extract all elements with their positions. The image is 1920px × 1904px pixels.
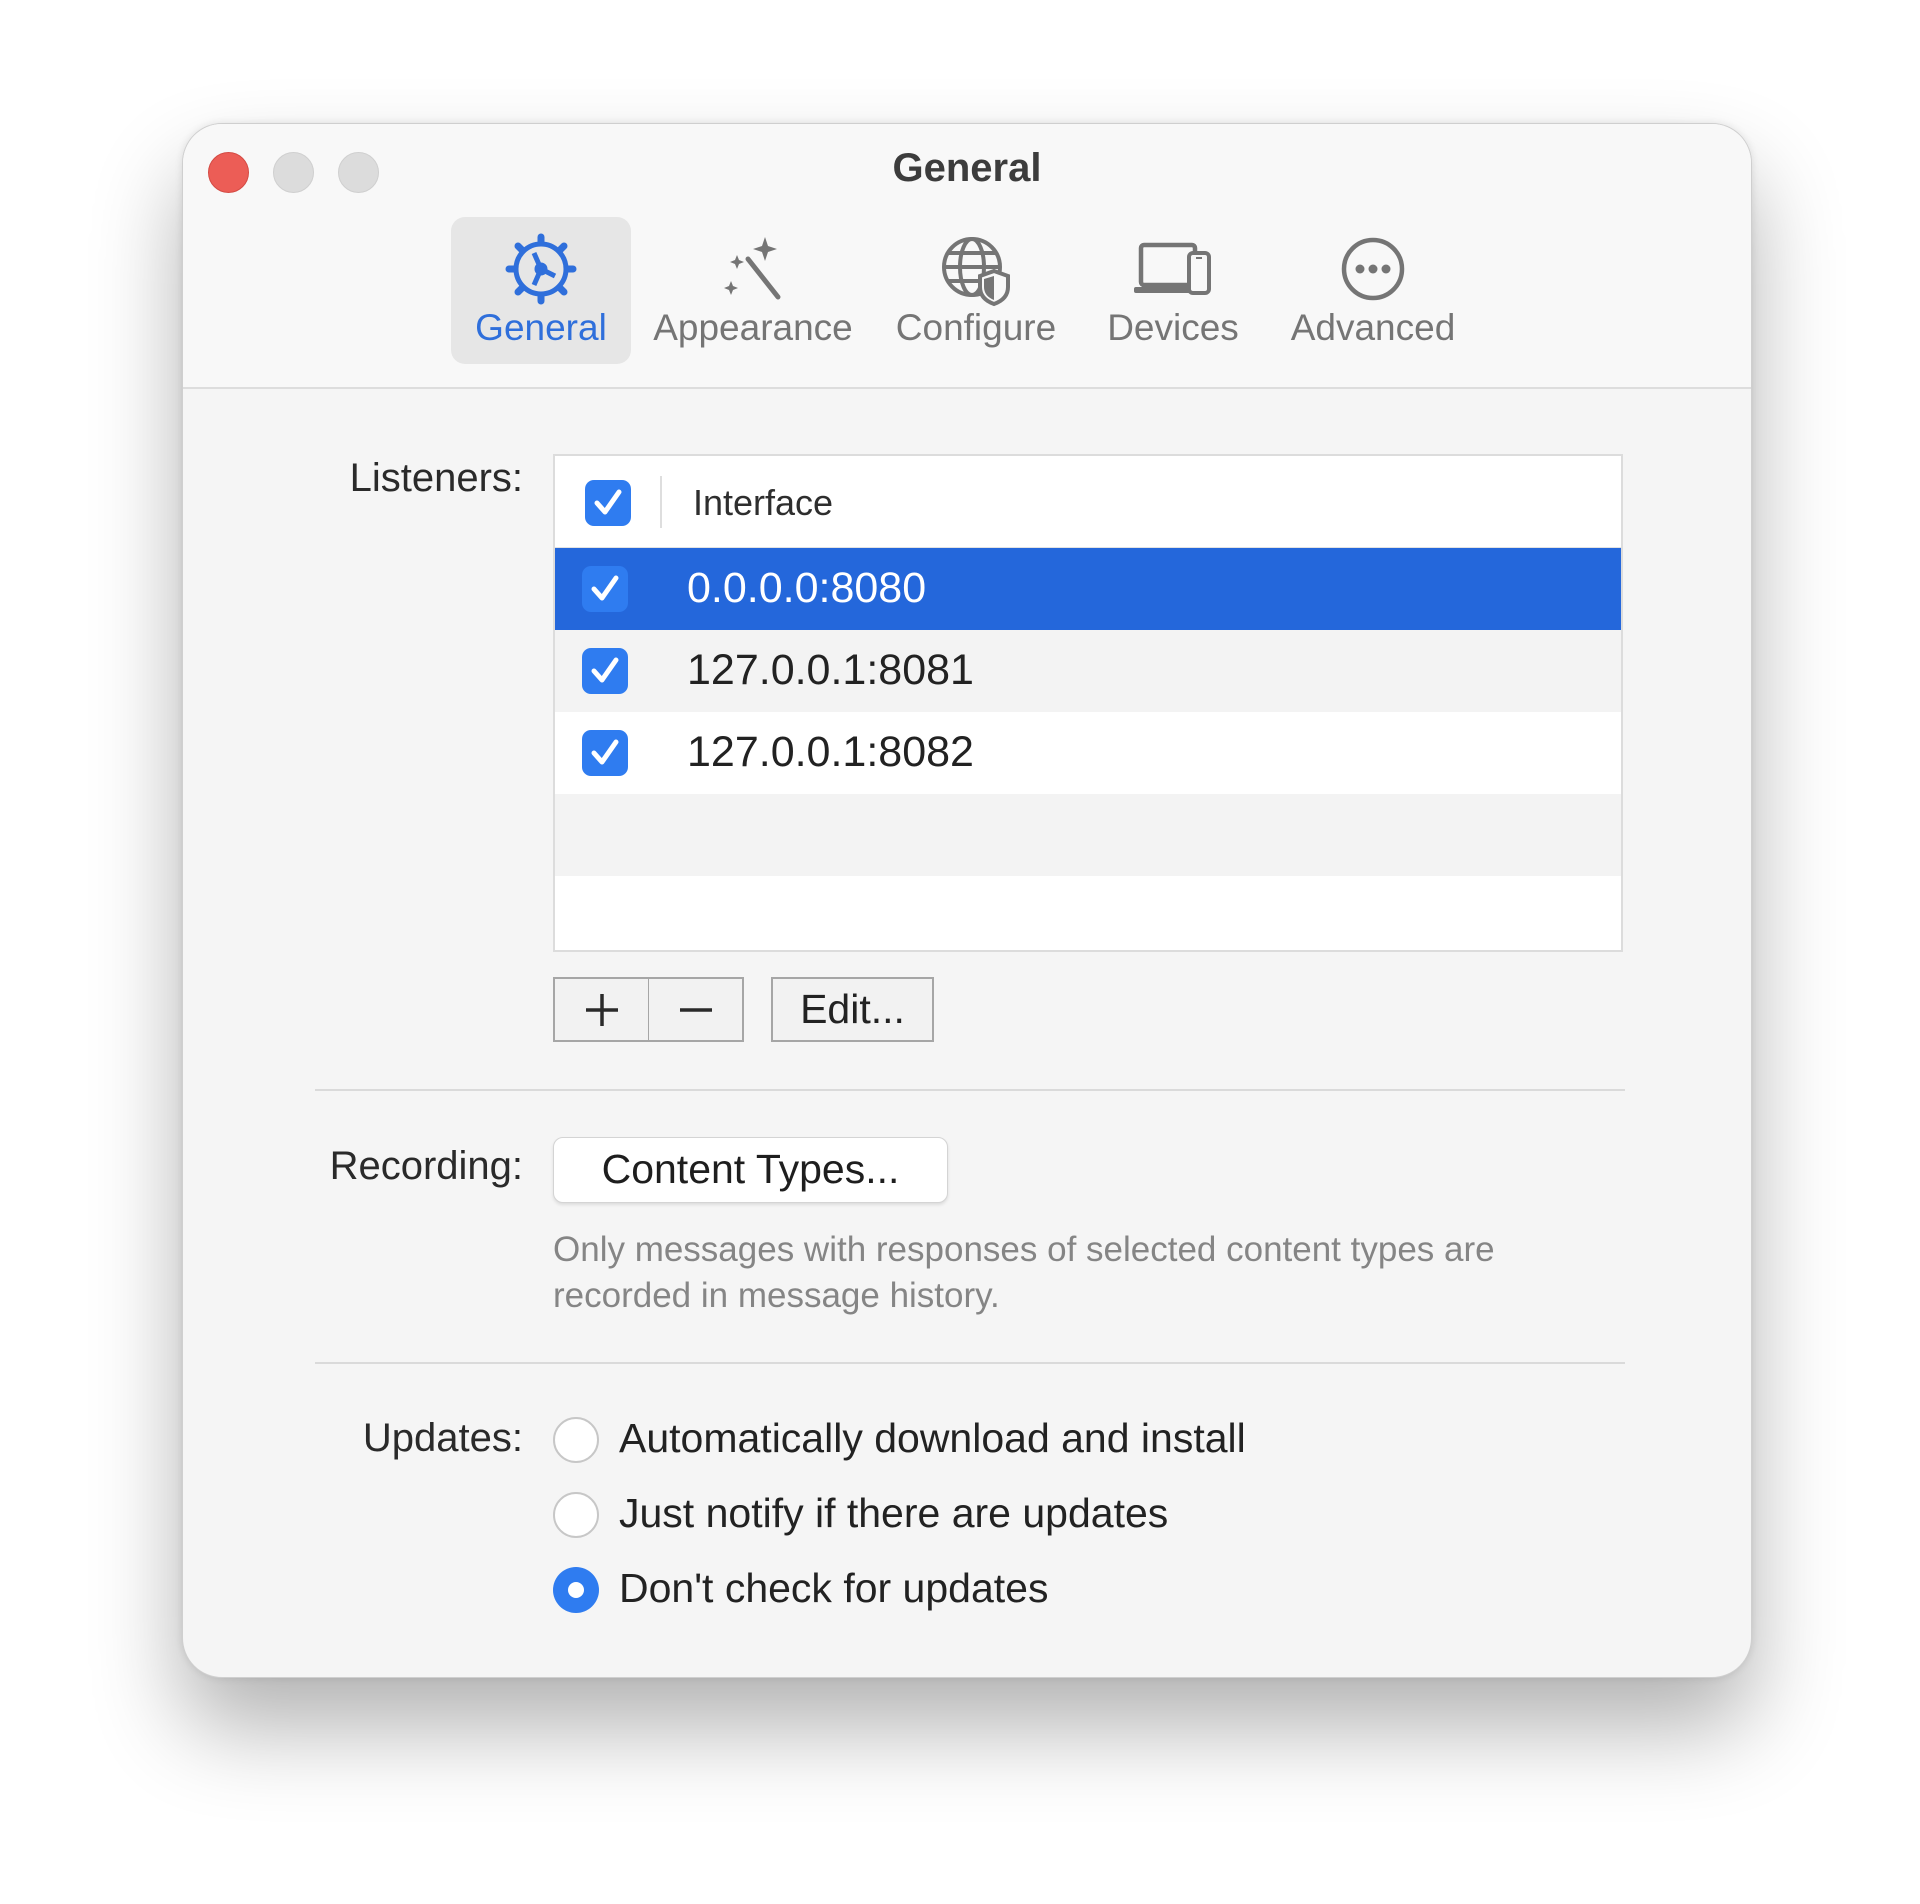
radio-label[interactable]: Just notify if there are updates	[619, 1490, 1168, 1537]
tab-devices[interactable]: Devices	[1088, 217, 1258, 364]
tab-general-label: General	[475, 307, 607, 348]
preferences-window: General General Appearance Configure Dev…	[182, 123, 1752, 1678]
divider	[315, 1089, 1625, 1091]
table-header: Interface	[555, 456, 1621, 548]
radio-button[interactable]	[553, 1417, 599, 1463]
divider	[315, 1362, 1625, 1364]
remove-listener-button[interactable]: —	[648, 977, 744, 1042]
tab-appearance[interactable]: Appearance	[643, 217, 863, 364]
tab-general[interactable]: General	[451, 217, 631, 364]
checkmark-icon	[591, 575, 619, 601]
window-title: General	[892, 146, 1042, 190]
radio-label[interactable]: Automatically download and install	[619, 1415, 1246, 1462]
gear-icon	[505, 233, 577, 305]
interface-cell: 127.0.0.1:8082	[687, 728, 974, 776]
edit-listener-button[interactable]: Edit...	[771, 977, 934, 1042]
column-header-interface[interactable]: Interface	[693, 482, 833, 524]
add-listener-button[interactable]: +	[553, 977, 649, 1042]
select-all-checkbox[interactable]	[585, 480, 631, 526]
content-types-button[interactable]: Content Types...	[553, 1137, 948, 1203]
recording-hint: Only messages with responses of selected…	[553, 1230, 1495, 1315]
table-row[interactable]: 127.0.0.1:8081	[555, 630, 1621, 712]
devices-icon	[1134, 242, 1211, 295]
magic-wand-icon	[724, 237, 781, 300]
checkmark-icon	[591, 739, 619, 765]
minus-icon	[680, 1008, 712, 1012]
radio-button[interactable]	[553, 1492, 599, 1538]
tab-advanced[interactable]: Advanced	[1278, 217, 1468, 364]
listeners-table: Interface 0.0.0.0:8080 127.0.0.1:8081 12…	[553, 454, 1623, 952]
row-checkbox[interactable]	[582, 730, 628, 776]
tab-appearance-label: Appearance	[653, 307, 853, 348]
checkmark-icon	[591, 657, 619, 683]
globe-shield-icon	[942, 237, 1010, 307]
listeners-label: Listeners:	[349, 456, 523, 500]
tab-advanced-label: Advanced	[1290, 307, 1456, 348]
interface-cell: 127.0.0.1:8081	[687, 646, 974, 694]
interface-cell: 0.0.0.0:8080	[687, 564, 927, 612]
plus-icon	[586, 994, 618, 1026]
ellipsis-circle-icon	[1341, 237, 1405, 301]
radio-label[interactable]: Don't check for updates	[619, 1565, 1048, 1612]
titlebar: General General Appearance Configure Dev…	[183, 124, 1751, 389]
tab-configure[interactable]: Configure	[881, 217, 1071, 364]
column-divider	[660, 476, 662, 528]
recording-label: Recording:	[329, 1144, 523, 1188]
row-checkbox[interactable]	[582, 648, 628, 694]
checkmark-icon	[594, 489, 622, 515]
tab-configure-label: Configure	[895, 307, 1057, 348]
table-row[interactable]: 0.0.0.0:8080	[555, 548, 1621, 630]
radio-button-selected[interactable]	[553, 1567, 599, 1613]
row-checkbox[interactable]	[582, 566, 628, 612]
table-row[interactable]: 127.0.0.1:8082	[555, 712, 1621, 794]
tab-devices-label: Devices	[1107, 307, 1239, 348]
updates-label: Updates:	[362, 1416, 523, 1460]
empty-row	[555, 794, 1621, 876]
